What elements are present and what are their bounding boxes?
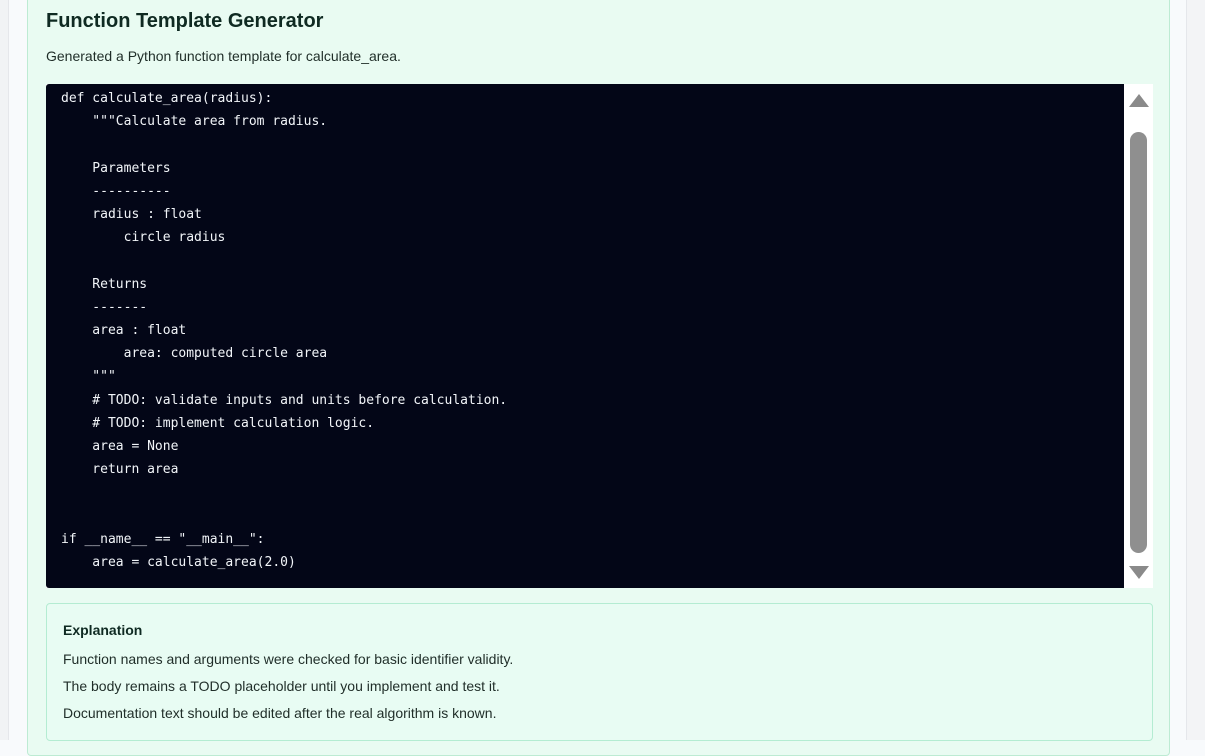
explanation-item: Documentation text should be edited afte…	[63, 705, 497, 721]
code-scroll-area[interactable]: def calculate_area(radius): """Calculate…	[46, 84, 1124, 588]
explanation-list: Function names and arguments were checke…	[63, 650, 513, 731]
explanation-item: The body remains a TODO placeholder unti…	[63, 678, 500, 694]
explanation-item: Function names and arguments were checke…	[63, 651, 514, 667]
scrollbar-thumb[interactable]	[1130, 132, 1147, 553]
triangle-up-icon[interactable]	[1129, 94, 1149, 107]
code-text[interactable]: def calculate_area(radius): """Calculate…	[46, 84, 1124, 574]
explanation-box: Explanation Function names and arguments…	[46, 603, 1153, 741]
generation-summary: Generated a Python function template for…	[46, 48, 401, 64]
code-block: def calculate_area(radius): """Calculate…	[46, 84, 1153, 588]
function-template-panel: Function Template Generator Generated a …	[27, 0, 1170, 756]
explanation-title: Explanation	[63, 622, 143, 638]
left-gutter	[0, 0, 9, 740]
right-gutter	[1186, 0, 1205, 740]
page-title: Function Template Generator	[46, 10, 324, 32]
triangle-down-icon[interactable]	[1129, 566, 1149, 579]
code-vertical-scrollbar[interactable]	[1124, 84, 1153, 588]
